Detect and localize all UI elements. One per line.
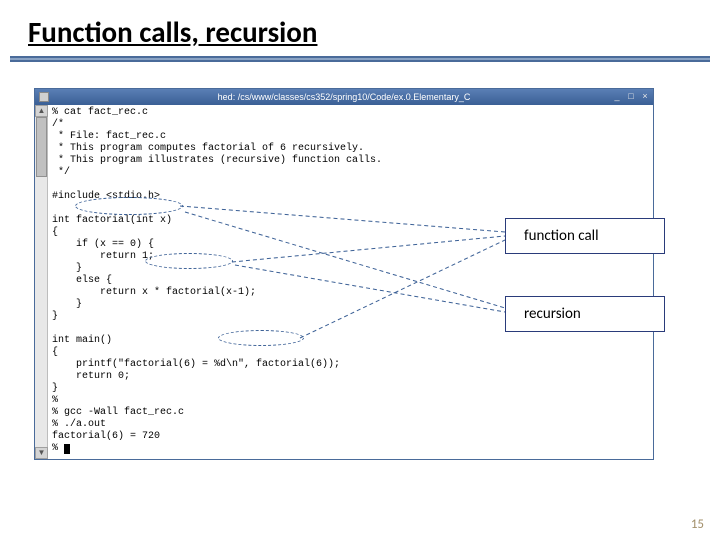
close-button[interactable]: × (639, 90, 651, 102)
code-line: % ./a.out (52, 419, 106, 430)
code-line: factorial(6) = 720 (52, 431, 160, 442)
code-line: * File: fact_rec.c (52, 131, 166, 142)
code-line: { (52, 227, 58, 238)
terminal-window: hed: /cs/www/classes/cs352/spring10/Code… (34, 88, 654, 460)
code-line: % gcc -Wall fact_rec.c (52, 407, 184, 418)
code-line: int factorial(int x) (52, 215, 172, 226)
maximize-button[interactable]: □ (625, 90, 637, 102)
scroll-thumb[interactable] (36, 117, 47, 177)
code-line: return x * factorial(x-1); (52, 287, 256, 298)
scroll-down-icon[interactable]: ▼ (35, 447, 48, 459)
highlight-circle-recursive-call (145, 253, 233, 269)
window-buttons: _ □ × (611, 90, 651, 102)
code-line: } (52, 311, 58, 322)
code-line: } (52, 383, 58, 394)
code-line: % (52, 395, 58, 406)
code-line: return 1; (52, 251, 154, 262)
window-title: hed: /cs/www/classes/cs352/spring10/Code… (218, 92, 471, 102)
code-line: } (52, 263, 82, 274)
code-line: else { (52, 275, 112, 286)
code-line: { (52, 347, 58, 358)
minimize-button[interactable]: _ (611, 90, 623, 102)
annotation-function-call: function call (505, 218, 665, 254)
code-line: * This program illustrates (recursive) f… (52, 155, 382, 166)
scrollbar[interactable]: ▲ ▼ (35, 105, 48, 459)
highlight-circle-main-call (218, 330, 304, 346)
code-line: * This program computes factorial of 6 r… (52, 143, 364, 154)
terminal-body: ▲ ▼ % cat fact_rec.c /* * File: fact_rec… (35, 105, 653, 459)
title-prefix: hed: (218, 92, 236, 102)
code-line: if (x == 0) { (52, 239, 154, 250)
code-line: % cat fact_rec.c (52, 107, 148, 118)
terminal-output: % cat fact_rec.c /* * File: fact_rec.c *… (48, 105, 653, 459)
cursor-icon (64, 444, 70, 454)
title-path: /cs/www/classes/cs352/spring10/Code/ex.0… (238, 92, 471, 102)
annotation-recursion: recursion (505, 296, 665, 332)
code-line: } (52, 299, 82, 310)
code-line: % (52, 443, 64, 454)
code-line: */ (52, 167, 70, 178)
code-line: return 0; (52, 371, 130, 382)
code-line: int main() (52, 335, 112, 346)
page-number: 15 (691, 517, 704, 532)
scroll-up-icon[interactable]: ▲ (35, 105, 48, 117)
title-divider (0, 56, 720, 62)
app-icon (39, 92, 49, 102)
highlight-circle-factorial-decl (75, 197, 183, 215)
window-titlebar[interactable]: hed: /cs/www/classes/cs352/spring10/Code… (35, 89, 653, 105)
slide-title: Function calls, recursion (0, 0, 720, 54)
code-line: printf("factorial(6) = %d\n", factorial(… (52, 359, 340, 370)
code-line: /* (52, 119, 64, 130)
